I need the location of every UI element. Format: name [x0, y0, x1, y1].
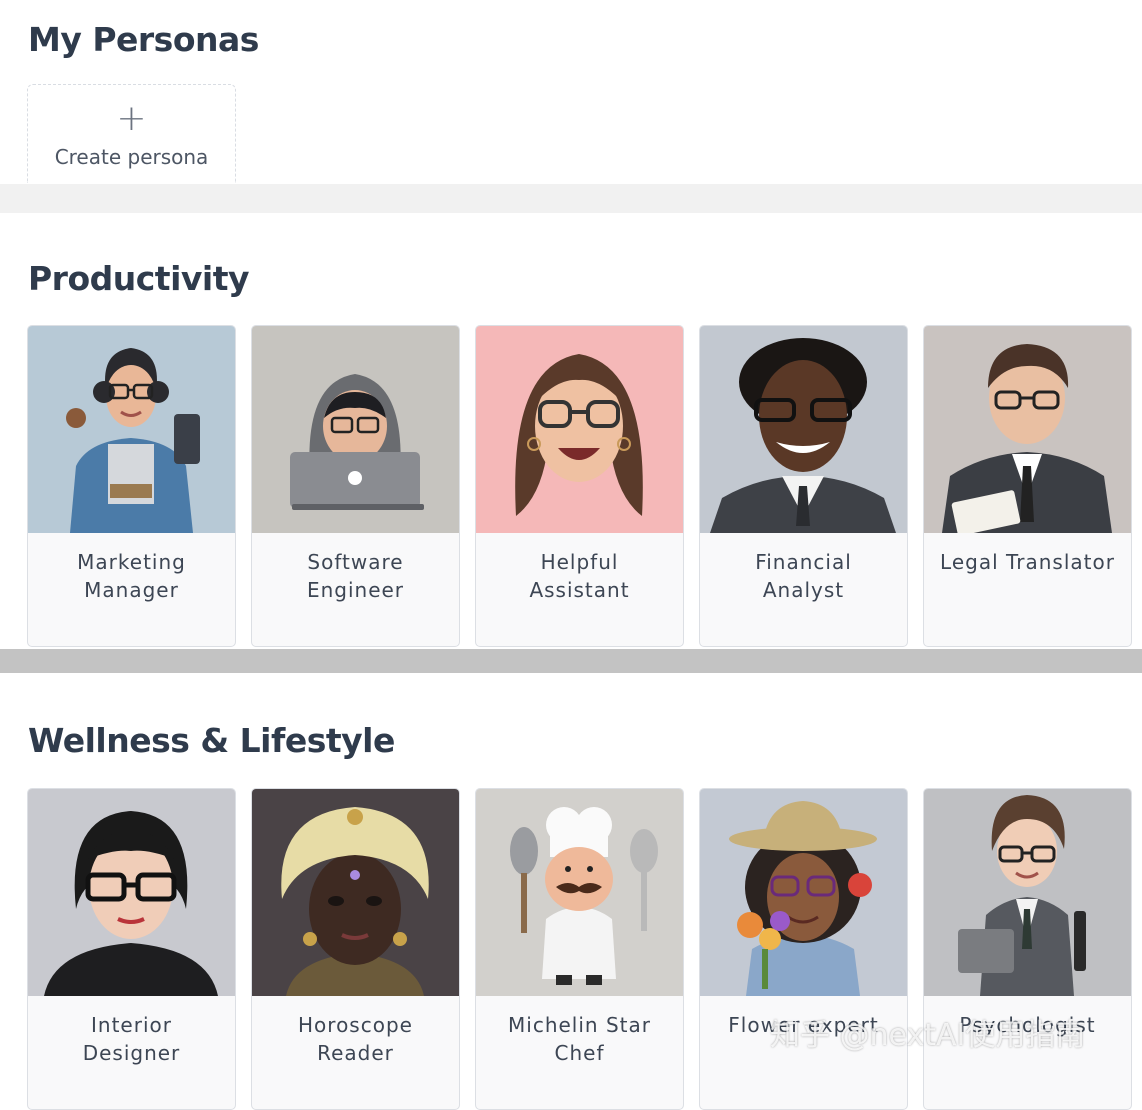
persona-name: Horoscope Reader — [298, 1013, 413, 1065]
helpful-assistant-avatar — [476, 326, 683, 533]
section-divider — [0, 649, 1142, 673]
michelin-chef-avatar — [476, 789, 683, 996]
persona-name: Psychologist — [959, 1013, 1096, 1037]
flower-expert-avatar — [700, 789, 907, 996]
section-title-productivity: Productivity — [28, 259, 250, 298]
persona-card-interior-designer[interactable]: Interior Designer — [27, 788, 236, 1110]
persona-name: Interior Designer — [82, 1013, 181, 1065]
productivity-section: Productivity Marketing Manager Software … — [0, 213, 1142, 649]
persona-name: Marketing Manager — [77, 550, 186, 602]
financial-analyst-avatar — [700, 326, 907, 533]
psychologist-avatar — [924, 789, 1131, 996]
persona-name: Michelin Star Chef — [508, 1013, 651, 1065]
section-divider — [0, 184, 1142, 213]
persona-name: Financial Analyst — [755, 550, 852, 602]
my-personas-section: My Personas + Create persona — [0, 0, 1142, 184]
create-persona-label: Create persona — [54, 145, 209, 169]
persona-card-psychologist[interactable]: Psychologist — [923, 788, 1132, 1110]
marketing-manager-avatar — [28, 326, 235, 533]
persona-card-helpful-assistant[interactable]: Helpful Assistant — [475, 325, 684, 647]
persona-card-legal-translator[interactable]: Legal Translator — [923, 325, 1132, 647]
persona-card-marketing-manager[interactable]: Marketing Manager — [27, 325, 236, 647]
persona-card-michelin-star-chef[interactable]: Michelin Star Chef — [475, 788, 684, 1110]
wellness-section: Wellness & Lifestyle Interior Designer H… — [0, 673, 1142, 1110]
section-title-my-personas: My Personas — [28, 20, 259, 59]
persona-name: Helpful Assistant — [529, 550, 630, 602]
create-persona-button[interactable]: + Create persona — [27, 84, 236, 183]
interior-designer-avatar — [28, 789, 235, 996]
plus-icon: + — [116, 98, 147, 139]
persona-card-flower-expert[interactable]: Flower expert — [699, 788, 908, 1110]
persona-name: Software Engineer — [306, 550, 405, 602]
persona-card-financial-analyst[interactable]: Financial Analyst — [699, 325, 908, 647]
persona-name: Flower expert — [728, 1013, 879, 1037]
software-engineer-avatar — [252, 326, 459, 533]
persona-card-horoscope-reader[interactable]: Horoscope Reader — [251, 788, 460, 1110]
legal-translator-avatar — [924, 326, 1131, 533]
section-title-wellness: Wellness & Lifestyle — [28, 721, 395, 760]
horoscope-reader-avatar — [252, 789, 459, 996]
persona-card-software-engineer[interactable]: Software Engineer — [251, 325, 460, 647]
persona-name: Legal Translator — [940, 550, 1115, 574]
